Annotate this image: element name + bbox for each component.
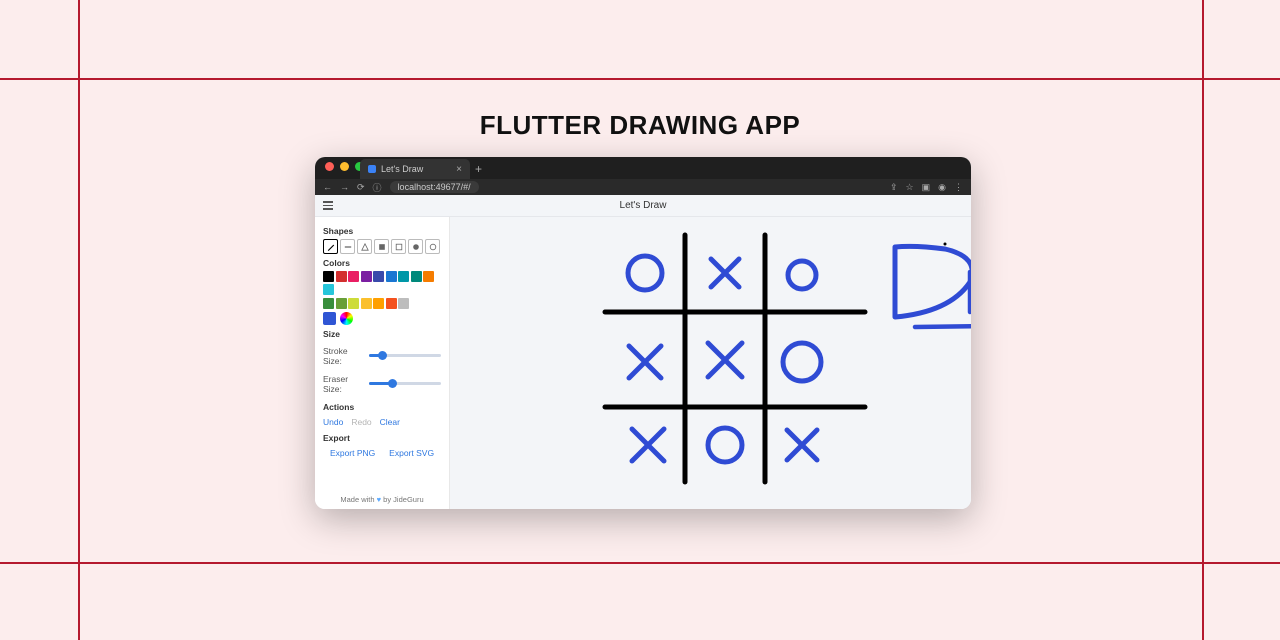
color-swatch[interactable]	[398, 271, 409, 282]
share-icon[interactable]: ⇪	[890, 182, 898, 193]
extensions-icon[interactable]: ▣	[922, 182, 931, 193]
app-bar: Let's Draw	[315, 195, 971, 217]
stroke-size-label: Stroke Size:	[323, 346, 365, 366]
tool-square[interactable]	[391, 239, 406, 254]
minimize-icon[interactable]	[340, 162, 349, 171]
color-swatch[interactable]	[348, 298, 359, 309]
color-swatch[interactable]	[361, 271, 372, 282]
bookmark-icon[interactable]: ☆	[906, 182, 914, 193]
window-controls	[325, 162, 364, 171]
current-color-row	[323, 312, 441, 325]
reload-icon[interactable]: ⟳	[357, 182, 365, 193]
forward-icon[interactable]: →	[340, 182, 349, 192]
decorative-grid-line	[0, 78, 1280, 80]
drawing-canvas[interactable]	[450, 217, 971, 509]
lock-icon: ⓘ	[373, 181, 382, 194]
browser-window: Let's Draw × + ← → ⟳ ⓘ localhost:49677/#…	[315, 157, 971, 509]
color-swatch[interactable]	[373, 271, 384, 282]
color-swatches-row1	[323, 271, 441, 295]
app-content: Shapes Colors Size Stroke Size:	[315, 217, 971, 509]
tool-square-filled[interactable]	[374, 239, 389, 254]
browser-tab[interactable]: Let's Draw ×	[360, 159, 470, 179]
shape-tools	[323, 239, 441, 254]
size-label: Size	[323, 329, 441, 339]
eraser-size-row: Eraser Size:	[323, 374, 441, 394]
export-svg-button[interactable]: Export SVG	[389, 448, 434, 458]
hamburger-icon[interactable]	[323, 201, 333, 210]
color-swatch[interactable]	[336, 271, 347, 282]
color-swatch[interactable]	[386, 271, 397, 282]
page-title: FLUTTER DRAWING APP	[0, 110, 1280, 141]
shapes-label: Shapes	[323, 226, 441, 236]
color-swatches-row2	[323, 298, 441, 309]
sidebar-footer: Made with ♥ by JideGuru	[323, 492, 441, 507]
url-field[interactable]: localhost:49677/#/	[390, 181, 479, 193]
app-title: Let's Draw	[315, 200, 971, 211]
tool-triangle[interactable]	[357, 239, 372, 254]
colors-label: Colors	[323, 258, 441, 268]
close-icon[interactable]	[325, 162, 334, 171]
decorative-grid-line	[78, 0, 80, 640]
color-swatch[interactable]	[386, 298, 397, 309]
color-swatch[interactable]	[398, 298, 409, 309]
profile-icon[interactable]: ◉	[938, 182, 946, 193]
eraser-size-slider[interactable]	[369, 382, 441, 385]
clear-button[interactable]: Clear	[380, 417, 400, 427]
redo-button[interactable]: Redo	[351, 417, 371, 427]
stroke-size-row: Stroke Size:	[323, 346, 441, 366]
color-wheel-icon[interactable]	[340, 312, 353, 325]
tool-line[interactable]	[340, 239, 355, 254]
decorative-grid-line	[1202, 0, 1204, 640]
color-swatch[interactable]	[423, 271, 434, 282]
tab-title: Let's Draw	[381, 164, 423, 174]
new-tab-button[interactable]: +	[475, 162, 482, 176]
stroke-size-slider[interactable]	[369, 354, 441, 357]
menu-icon[interactable]: ⋮	[954, 182, 963, 193]
undo-button[interactable]: Undo	[323, 417, 343, 427]
back-icon[interactable]: ←	[323, 182, 332, 192]
color-swatch[interactable]	[323, 284, 334, 295]
browser-toolbar: ← → ⟳ ⓘ localhost:49677/#/ ⇪ ☆ ▣ ◉ ⋮	[315, 179, 971, 195]
tab-favicon-icon	[368, 165, 376, 173]
browser-chrome: Let's Draw × + ← → ⟳ ⓘ localhost:49677/#…	[315, 157, 971, 195]
tab-close-icon[interactable]: ×	[456, 164, 462, 175]
color-swatch[interactable]	[361, 298, 372, 309]
color-swatch[interactable]	[323, 271, 334, 282]
color-swatch[interactable]	[348, 271, 359, 282]
tool-circle[interactable]	[425, 239, 440, 254]
export-png-button[interactable]: Export PNG	[330, 448, 375, 458]
color-swatch[interactable]	[411, 271, 422, 282]
color-swatch[interactable]	[373, 298, 384, 309]
actions-label: Actions	[323, 402, 441, 412]
tool-circle-filled[interactable]	[408, 239, 423, 254]
export-label: Export	[323, 433, 441, 443]
decorative-grid-line	[0, 562, 1280, 564]
export-buttons: Export PNG Export SVG	[323, 448, 441, 458]
action-buttons: Undo Redo Clear	[323, 417, 441, 427]
current-color-swatch[interactable]	[323, 312, 336, 325]
eraser-size-label: Eraser Size:	[323, 374, 365, 394]
color-swatch[interactable]	[336, 298, 347, 309]
color-swatch[interactable]	[323, 298, 334, 309]
tool-sidebar: Shapes Colors Size Stroke Size:	[315, 217, 450, 509]
tool-pencil[interactable]	[323, 239, 338, 254]
